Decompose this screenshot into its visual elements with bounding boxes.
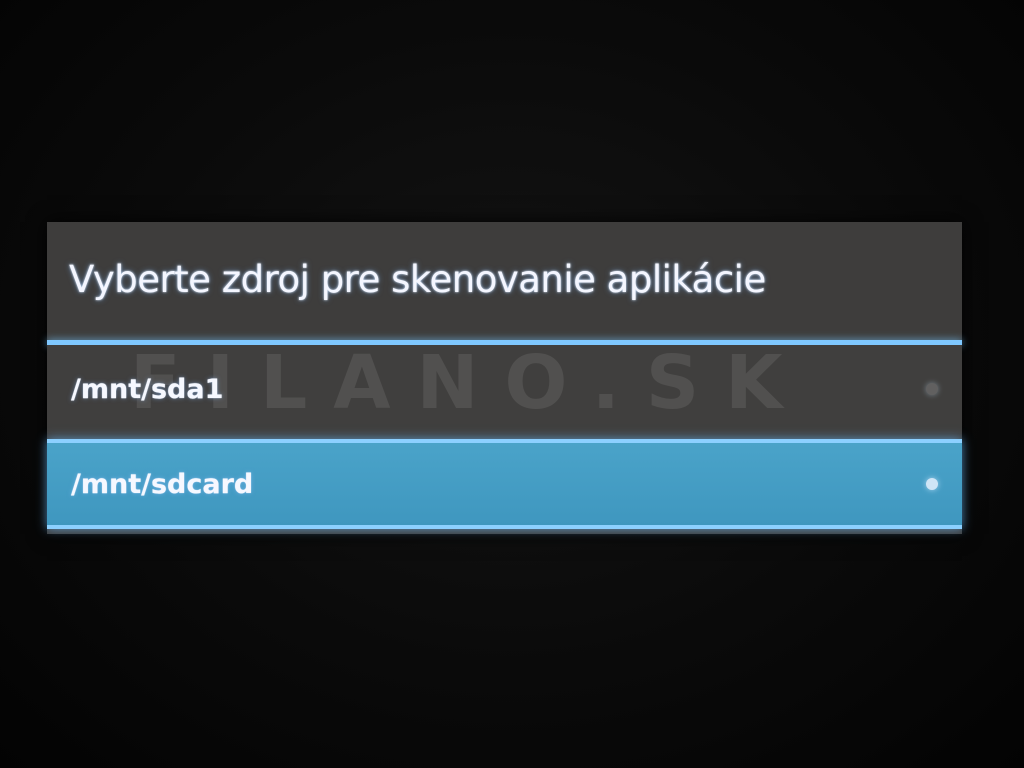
- source-list: /mnt/sda1 /mnt/sdcard: [47, 345, 962, 534]
- radio-unselected-icon[interactable]: [926, 383, 938, 395]
- list-item-sda1[interactable]: /mnt/sda1: [47, 345, 962, 433]
- screen: Vyberte zdroj pre skenovanie aplikácie /…: [0, 0, 1024, 768]
- list-item-label: /mnt/sdcard: [71, 468, 254, 500]
- list-item-label: /mnt/sda1: [71, 373, 224, 405]
- dialog-title: Vyberte zdroj pre skenovanie aplikácie: [69, 258, 766, 301]
- radio-selected-icon[interactable]: [926, 478, 938, 490]
- source-select-dialog: Vyberte zdroj pre skenovanie aplikácie /…: [47, 222, 962, 534]
- list-item-sdcard[interactable]: /mnt/sdcard: [47, 439, 962, 529]
